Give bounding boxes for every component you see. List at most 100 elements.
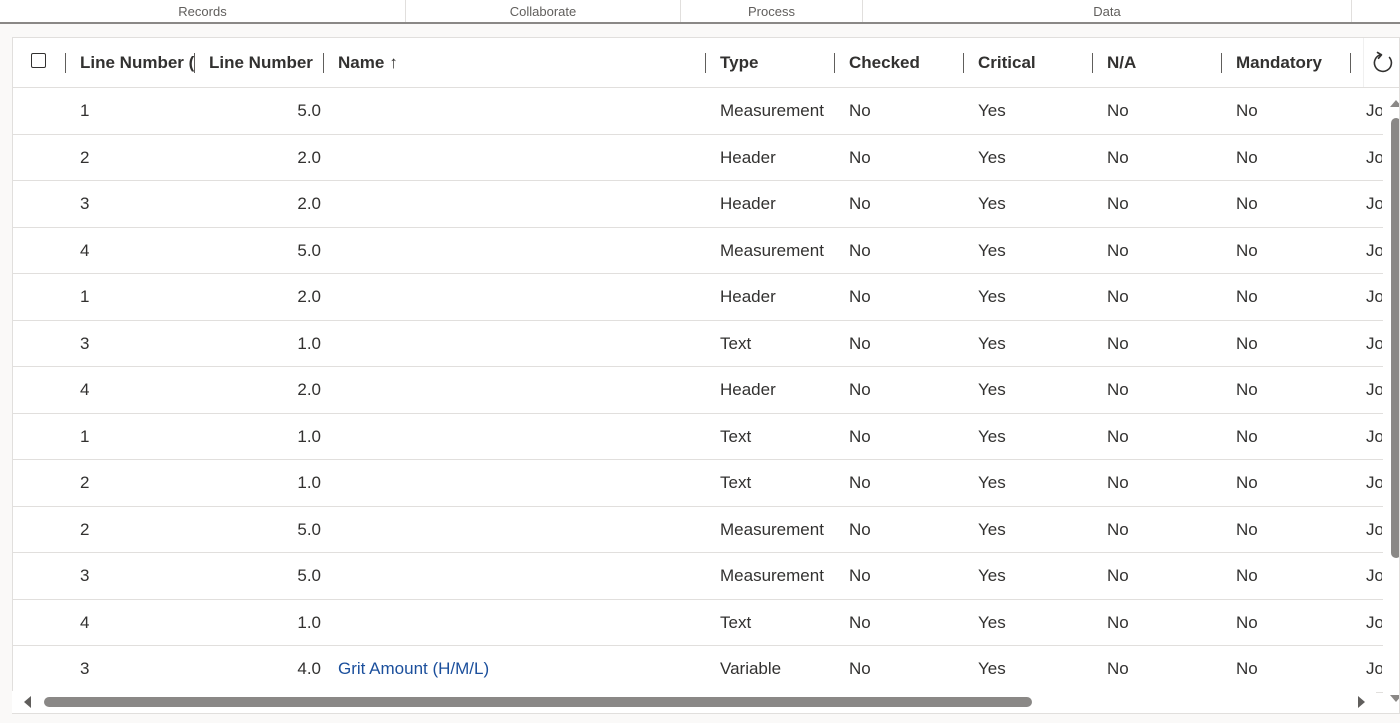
cell-name[interactable]: Grit Amount (H/M/L) (338, 646, 698, 692)
column-divider[interactable] (705, 53, 706, 73)
column-divider[interactable] (963, 53, 964, 73)
cell-truncated: Jo (1366, 473, 1382, 492)
column-header-label: N/A (1107, 52, 1137, 72)
cell-mandatory: No (1236, 659, 1258, 678)
cell-checked: No (849, 659, 871, 678)
cell-name (338, 88, 698, 134)
cell-line-number-m: 3 (80, 333, 90, 353)
cell-checked: No (849, 194, 871, 213)
column-divider[interactable] (65, 53, 66, 73)
column-header-line-number[interactable]: Line Number (209, 38, 319, 87)
cell-critical: Yes (978, 240, 1006, 260)
cell-line-number: 2.0 (297, 380, 321, 399)
cell-line-number-m: 1 (80, 426, 90, 446)
table-row[interactable]: 3 4.0 Grit Amount (H/M/L) Variable No Yes No No… (13, 646, 1383, 693)
column-divider[interactable] (1350, 53, 1351, 73)
cell-na: No (1107, 380, 1129, 399)
cell-mandatory: No (1236, 240, 1258, 260)
cell-type: Text (720, 473, 752, 492)
cell-line-number: 5.0 (297, 519, 321, 539)
cell-na: No (1107, 519, 1129, 539)
column-divider[interactable] (1221, 53, 1222, 73)
column-divider[interactable] (1092, 53, 1093, 73)
horizontal-scrollbar[interactable] (12, 691, 1376, 713)
horizontal-scroll-thumb[interactable] (44, 697, 1032, 707)
table-row[interactable]: 2 2.0 Header No Yes No No Jo (13, 135, 1383, 181)
cell-na: No (1107, 659, 1129, 678)
scroll-left-icon[interactable] (24, 696, 31, 708)
table-row[interactable]: 4 2.0 Header No Yes No No Jo (13, 367, 1383, 414)
page: Records Collaborate Process Data Line Nu… (0, 0, 1400, 723)
column-header-label: Line Number (209, 52, 313, 72)
cell-line-number-m: 1 (80, 101, 90, 120)
column-header-mandatory[interactable]: Mandatory (1236, 38, 1346, 87)
vertical-scroll-thumb[interactable] (1391, 118, 1399, 558)
vertical-scrollbar[interactable] (1389, 88, 1399, 708)
cell-line-number: 2.0 (297, 287, 321, 306)
ribbon-group-collaborate[interactable]: Collaborate (406, 0, 681, 22)
scroll-up-icon[interactable] (1390, 100, 1399, 107)
cell-critical: Yes (978, 426, 1006, 446)
scroll-down-icon[interactable] (1390, 695, 1399, 702)
column-header-critical[interactable]: Critical (978, 38, 1088, 87)
cell-mandatory: No (1236, 380, 1258, 399)
cell-name (338, 414, 698, 460)
select-all-checkbox[interactable] (31, 53, 46, 68)
table-row[interactable]: 1 2.0 Header No Yes No No Jo (13, 274, 1383, 321)
cell-type: Measurement (720, 519, 824, 539)
cell-mandatory: No (1236, 426, 1258, 446)
cell-line-number: 5.0 (297, 101, 321, 120)
cell-mandatory: No (1236, 612, 1258, 632)
column-divider[interactable] (834, 53, 835, 73)
table-row[interactable]: 2 1.0 Text No Yes No No Jo (13, 460, 1383, 507)
cell-checked: No (849, 519, 871, 539)
column-header-checked[interactable]: Checked (849, 38, 959, 87)
cell-mandatory: No (1236, 194, 1258, 213)
grid-header: Line Number (M Line Number Name ↑ Type C… (13, 38, 1399, 88)
cell-name (338, 181, 698, 227)
table-row[interactable]: 3 5.0 Measurement No Yes No No Jo (13, 553, 1383, 600)
cell-type: Measurement (720, 101, 824, 120)
cell-name (338, 228, 698, 274)
cell-critical: Yes (978, 101, 1006, 120)
table-row[interactable]: 2 5.0 Measurement No Yes No No Jo (13, 507, 1383, 553)
table-row[interactable]: 4 5.0 Measurement No Yes No No Jo (13, 228, 1383, 274)
column-divider[interactable] (323, 53, 324, 73)
cell-name (338, 553, 698, 599)
table-row[interactable]: 1 1.0 Text No Yes No No Jo (13, 414, 1383, 460)
cell-na: No (1107, 147, 1129, 167)
cell-na: No (1107, 287, 1129, 306)
table-row[interactable]: 3 2.0 Header No Yes No No Jo (13, 181, 1383, 228)
cell-line-number-m: 2 (80, 519, 90, 539)
cell-truncated: Jo (1366, 101, 1382, 120)
cell-name (338, 321, 698, 367)
cell-mandatory: No (1236, 519, 1258, 539)
cell-na: No (1107, 612, 1129, 632)
column-divider[interactable] (194, 53, 195, 73)
column-header-line-number-m[interactable]: Line Number (M (80, 38, 195, 87)
cell-name (338, 507, 698, 553)
cell-type: Variable (720, 659, 782, 678)
column-header-label: Checked (849, 52, 920, 72)
ribbon-group-process[interactable]: Process (681, 0, 863, 22)
table-row[interactable]: 3 1.0 Text No Yes No No Jo (13, 321, 1383, 367)
table-row[interactable]: 1 5.0 Measurement No Yes No No Jo (13, 88, 1383, 135)
ribbon-group-data[interactable]: Data (863, 0, 1352, 22)
column-header-name[interactable]: Name ↑ (338, 38, 698, 87)
cell-truncated: Jo (1366, 612, 1382, 632)
sort-ascending-icon: ↑ (389, 52, 398, 72)
cell-type: Header (720, 194, 776, 213)
scroll-right-icon[interactable] (1358, 696, 1365, 708)
column-header-type[interactable]: Type (720, 38, 830, 87)
cell-line-number: 5.0 (297, 240, 321, 260)
cell-truncated: Jo (1366, 240, 1382, 260)
refresh-button[interactable] (1363, 38, 1399, 87)
table-row[interactable]: 4 1.0 Text No Yes No No Jo (13, 600, 1383, 646)
cell-line-number-m: 4 (80, 380, 90, 399)
cell-line-number-m: 2 (80, 147, 90, 167)
cell-na: No (1107, 426, 1129, 446)
column-header-na[interactable]: N/A (1107, 38, 1217, 87)
cell-line-number-m: 4 (80, 240, 90, 260)
cell-na: No (1107, 101, 1129, 120)
ribbon-group-records[interactable]: Records (0, 0, 406, 22)
